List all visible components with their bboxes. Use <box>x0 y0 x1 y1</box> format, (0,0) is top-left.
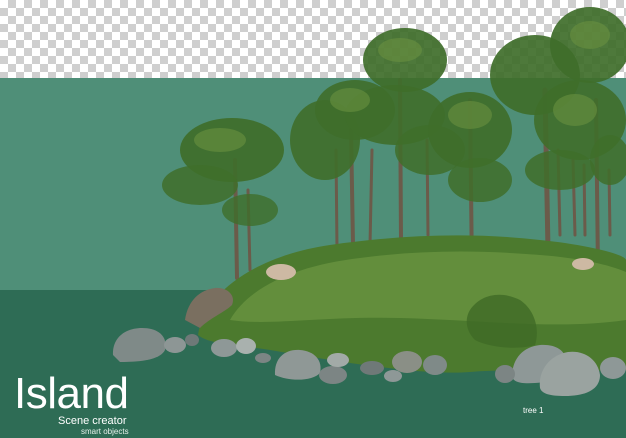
image-canvas: Island Scene creator smart objects tree … <box>0 0 626 438</box>
scene-subtitle: Scene creator <box>58 415 127 427</box>
scene-title: Island <box>14 369 129 418</box>
scene-caption: smart objects <box>81 427 129 436</box>
item-label: tree 1 <box>523 406 544 415</box>
